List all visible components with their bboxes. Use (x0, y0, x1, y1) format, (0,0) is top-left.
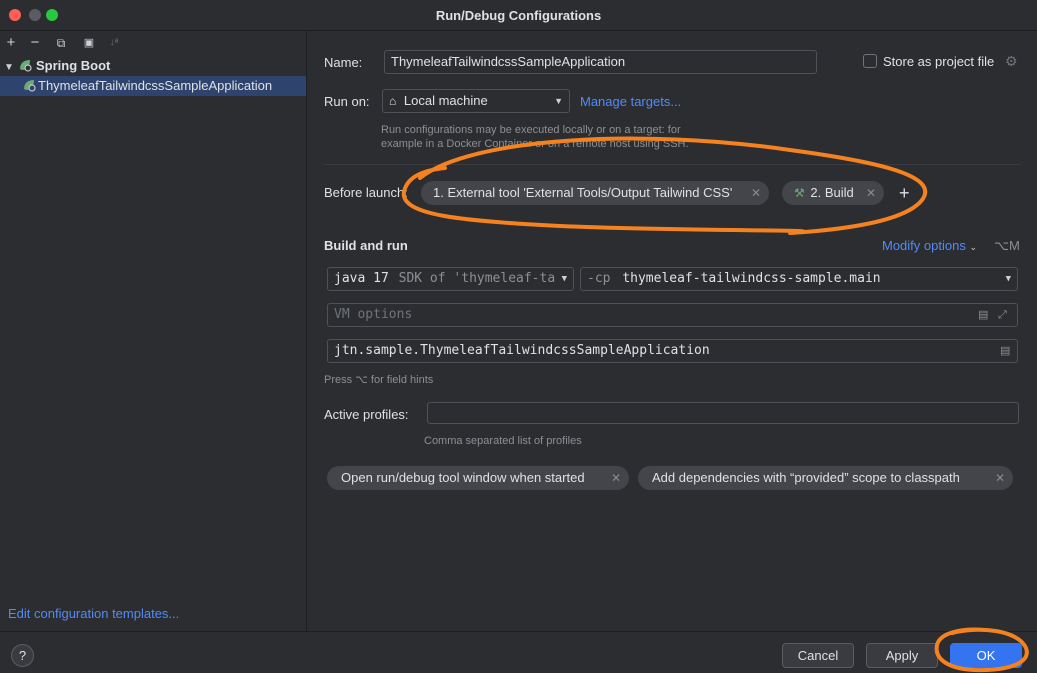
edit-configuration-templates-link[interactable]: Edit configuration templates... (8, 606, 179, 621)
hammer-icon: ⚒ (794, 186, 805, 200)
sort-configurations-button[interactable]: ↓ᵃ (105, 34, 123, 52)
remove-configuration-button[interactable]: − (26, 34, 44, 52)
dialog-button-bar: ? Cancel Apply OK (0, 631, 1037, 673)
run-on-label: Run on: (324, 94, 370, 109)
gear-icon[interactable]: ⚙ (1005, 53, 1018, 70)
jdk-select[interactable]: java 17 SDK of 'thymeleaf-ta ▼ (327, 267, 574, 291)
add-configuration-button[interactable]: + (2, 34, 20, 52)
chevron-down-icon: ▼ (554, 96, 563, 106)
before-launch-task-chip[interactable]: ⚒ 2. Build ✕ (782, 181, 884, 205)
vm-options-input[interactable]: VM options (327, 303, 1018, 327)
tree-item-application[interactable]: ThymeleafTailwindcssSampleApplication (0, 76, 306, 96)
chevron-down-icon: ▼ (558, 268, 567, 290)
title-bar: Run/Debug Configurations (0, 0, 1037, 31)
copy-configuration-button[interactable]: ⧉ (52, 34, 70, 52)
option-chip[interactable]: Add dependencies with “provided” scope t… (638, 466, 1013, 490)
before-launch-task-chip[interactable]: 1. External tool 'External Tools/Output … (421, 181, 769, 205)
classpath-prefix: -cp (587, 271, 611, 286)
document-icon[interactable]: ▤ (1000, 345, 1012, 357)
store-as-project-file-label: Store as project file (883, 54, 995, 69)
modify-options-label: Modify options (882, 238, 966, 253)
new-folder-button[interactable]: ▣ (80, 34, 98, 52)
active-profiles-label: Active profiles: (324, 407, 409, 422)
jdk-description: SDK of 'thymeleaf-ta (398, 271, 556, 286)
run-on-hint-line-2: example in a Docker Container or on a re… (381, 138, 689, 150)
configuration-tree: ▼ Spring Boot ThymeleafTailwindcssSampleA… (0, 56, 306, 96)
jdk-value: java 17 (334, 271, 389, 286)
spring-boot-icon (20, 60, 32, 72)
option-chip[interactable]: Open run/debug tool window when started … (327, 466, 629, 490)
run-on-hint-line-1: Run configurations may be executed local… (381, 124, 681, 136)
chevron-down-icon[interactable]: ▼ (4, 58, 18, 78)
close-icon[interactable]: ✕ (995, 466, 1005, 490)
expand-icon[interactable]: ⤢ (998, 309, 1010, 321)
name-label: Name: (324, 55, 363, 70)
close-icon[interactable]: ✕ (751, 181, 761, 205)
active-profiles-input[interactable] (427, 402, 1019, 424)
cancel-button[interactable]: Cancel (782, 643, 854, 668)
apply-button[interactable]: Apply (866, 643, 938, 668)
chevron-down-icon: ▼ (1005, 274, 1011, 284)
chevron-down-icon: ⌄ (969, 242, 977, 252)
modify-options-link[interactable]: Modify options ⌄ (882, 238, 977, 253)
help-button[interactable]: ? (11, 644, 34, 667)
run-on-value: Local machine (403, 93, 488, 108)
close-icon[interactable]: ✕ (611, 466, 621, 490)
store-as-project-file-checkbox[interactable] (863, 54, 877, 68)
before-launch-task-label: 1. External tool 'External Tools/Output … (433, 185, 733, 200)
close-icon[interactable]: ✕ (866, 181, 876, 205)
home-icon: ⌂ (389, 94, 397, 108)
before-launch-task-label: 2. Build (810, 185, 854, 200)
tree-group-spring-boot[interactable]: ▼ Spring Boot (0, 56, 306, 76)
classpath-module-select[interactable]: -cp thymeleaf-tailwindcss-sample.main ▼ (580, 267, 1018, 291)
name-input[interactable]: ThymeleafTailwindcssSampleApplication (384, 50, 817, 74)
spring-boot-icon (24, 80, 36, 92)
tree-group-label: Spring Boot (36, 58, 111, 73)
document-icon[interactable]: ▤ (978, 309, 990, 321)
active-profiles-hint: Comma separated list of profiles (424, 435, 582, 447)
run-on-select[interactable]: ⌂ Local machine ▼ (382, 89, 570, 113)
separator (324, 164, 1021, 165)
window-title: Run/Debug Configurations (435, 8, 602, 23)
main-class-input[interactable]: jtn.sample.ThymeleafTailwindcssSampleApp… (327, 339, 1018, 363)
classpath-module-value: thymeleaf-tailwindcss-sample.main (622, 271, 881, 286)
tree-item-label: ThymeleafTailwindcssSampleApplication (38, 78, 273, 93)
field-hints-text: Press ⌥ for field hints (324, 374, 434, 386)
configuration-editor: Name: ThymeleafTailwindcssSampleApplicat… (308, 31, 1037, 631)
modify-options-shortcut: ⌥M (994, 238, 1020, 253)
ok-button[interactable]: OK (950, 643, 1022, 668)
before-launch-label: Before launch: (324, 185, 408, 200)
sidebar-toolbar: + − ⧉ ▣ ↓ᵃ (0, 31, 307, 55)
option-chip-label: Open run/debug tool window when started (341, 470, 585, 485)
option-chip-label: Add dependencies with “provided” scope t… (652, 470, 960, 485)
configurations-sidebar: + − ⧉ ▣ ↓ᵃ ▼ Spring Boot ThymeleafTailwin… (0, 31, 307, 631)
add-before-launch-task-button[interactable]: + (899, 181, 910, 205)
manage-targets-link[interactable]: Manage targets... (580, 94, 681, 109)
build-and-run-heading: Build and run (324, 238, 408, 253)
